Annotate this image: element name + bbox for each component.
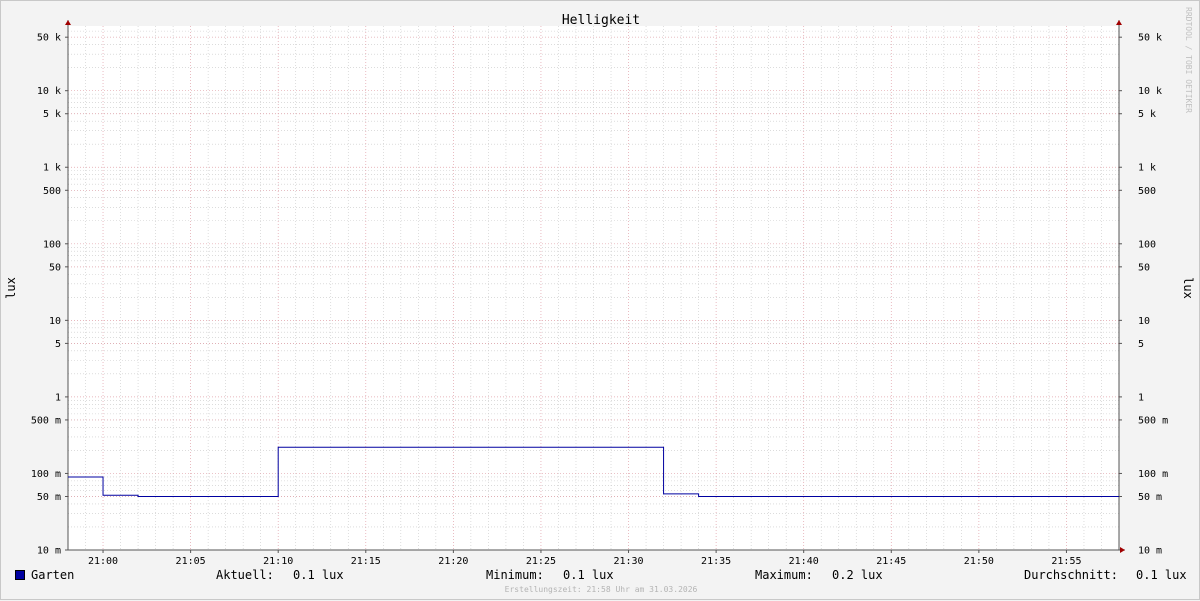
- x-tick-label: 21:25: [526, 556, 556, 567]
- legend-avg-label: Durchschnitt:: [1024, 568, 1118, 582]
- y-tick-label-left: 1: [55, 392, 61, 403]
- y-tick-label-right: 100: [1138, 239, 1156, 250]
- chart-title: Helligkeit: [562, 13, 640, 28]
- y-tick-label-right: 50: [1138, 262, 1150, 273]
- y-tick-label-right: 5 k: [1138, 109, 1156, 120]
- x-tick-label: 21:40: [789, 556, 819, 567]
- x-tick-label: 21:15: [351, 556, 381, 567]
- legend-series-name: Garten: [31, 568, 75, 582]
- y-tick-label-right: 1: [1138, 392, 1144, 403]
- y-tick-label-right: 500 m: [1138, 415, 1168, 426]
- x-tick-label: 21:35: [701, 556, 731, 567]
- x-tick-label: 21:10: [263, 556, 293, 567]
- y-tick-label-left: 5 k: [43, 109, 61, 120]
- chart-panel: 21:00 21:05 21:10 21:15 21:20 21:25 21:30 21:35…: [0, 0, 1200, 600]
- y-axis-label-right: lux: [1181, 277, 1195, 299]
- y-tick-label-right: 5: [1138, 339, 1144, 350]
- y-tick-label-left: 50: [49, 262, 61, 273]
- x-tick-label: 21:55: [1051, 556, 1081, 567]
- y-tick-label-left: 1 k: [43, 163, 61, 174]
- y-tick-label-left: 10 k: [37, 86, 61, 97]
- legend-swatch-garten: [15, 570, 25, 580]
- x-tick-label: 21:30: [613, 556, 643, 567]
- brightness-chart: 21:00 21:05 21:10 21:15 21:20 21:25 21:30 21:35…: [4, 13, 1195, 567]
- y-axis-arrow-left: [65, 20, 71, 25]
- y-tick-label-right: 500: [1138, 186, 1156, 197]
- y-tick-label-right: 50 m: [1138, 492, 1162, 503]
- y-axis-arrow-right: [1116, 20, 1122, 25]
- y-tick-label-left: 100: [43, 239, 61, 250]
- legend-avg-value: 0.1 lux: [1136, 568, 1187, 582]
- y-tick-label-right: 100 m: [1138, 469, 1168, 480]
- y-tick-label-left: 500: [43, 186, 61, 197]
- legend-min-label: Minimum:: [486, 568, 544, 582]
- rrdtool-watermark: RRDTOOL / TOBI OETIKER: [1184, 7, 1193, 113]
- y-tick-label-left: 10 m: [37, 546, 61, 557]
- x-tick-label: 21:20: [438, 556, 468, 567]
- y-tick-label-right: 50 k: [1138, 33, 1162, 44]
- y-tick-label-right: 10: [1138, 316, 1150, 327]
- legend-max-value: 0.2 lux: [832, 568, 883, 582]
- x-tick-label: 21:45: [876, 556, 906, 567]
- y-tick-label-left: 50 m: [37, 492, 61, 503]
- y-tick-label-left: 50 k: [37, 33, 61, 44]
- legend-current-value: 0.1 lux: [293, 568, 344, 582]
- y-tick-label-right: 10 m: [1138, 546, 1162, 557]
- legend-min-value: 0.1 lux: [563, 568, 614, 582]
- x-tick-label: 21:05: [176, 556, 206, 567]
- x-tick-label: 21:50: [964, 556, 994, 567]
- x-axis-arrow: [1120, 547, 1125, 553]
- y-tick-label-left: 500 m: [31, 415, 61, 426]
- y-tick-label-left: 10: [49, 316, 61, 327]
- y-tick-label-right: 1 k: [1138, 163, 1156, 174]
- creation-time-footer: Erstellungszeit: 21:58 Uhr am 31.03.2026: [504, 585, 698, 594]
- y-tick-label-left: 100 m: [31, 469, 61, 480]
- y-tick-label-right: 10 k: [1138, 86, 1162, 97]
- y-tick-label-left: 5: [55, 339, 61, 350]
- y-axis-label-left: lux: [4, 277, 18, 299]
- legend-current-label: Aktuell:: [216, 568, 274, 582]
- legend-max-label: Maximum:: [755, 568, 813, 582]
- x-tick-label: 21:00: [88, 556, 118, 567]
